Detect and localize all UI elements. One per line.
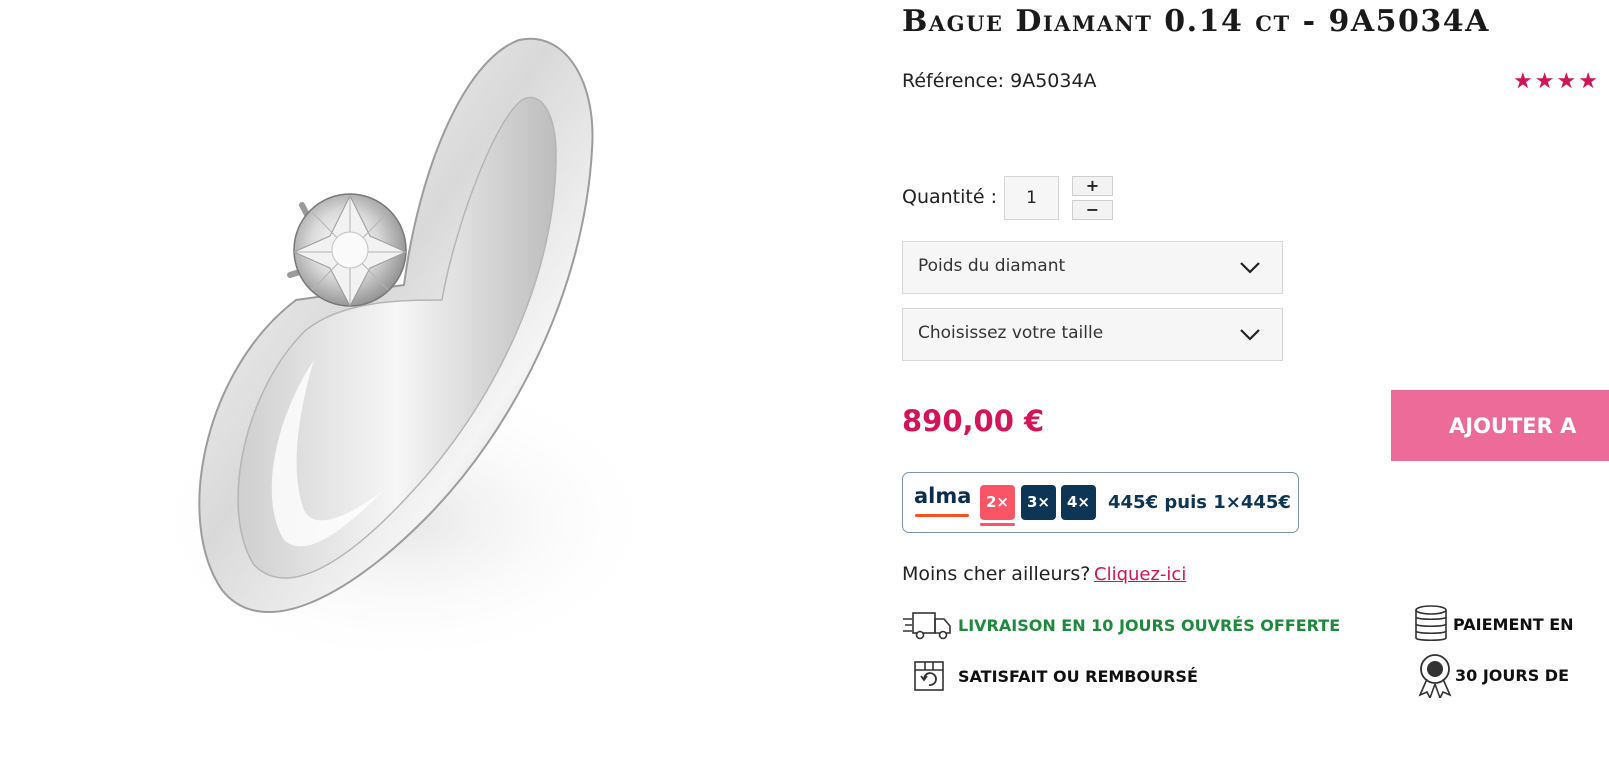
star-icon: ★ bbox=[1534, 69, 1555, 94]
feature-delivery-label: LIVRAISON EN 10 JOURS OUVRÉS OFFERTE bbox=[958, 615, 1341, 635]
alma-option-4x[interactable]: 4× bbox=[1061, 485, 1096, 520]
product-image[interactable] bbox=[44, 0, 734, 702]
feature-payment: PAIEMENT EN bbox=[1413, 604, 1574, 644]
star-icon: ★ bbox=[1556, 69, 1577, 94]
product-price: 890,00 € bbox=[902, 404, 1045, 438]
chevron-down-icon bbox=[1240, 262, 1260, 274]
star-icon: ★ bbox=[1578, 69, 1598, 94]
feature-return-days-label: 30 JOURS DE bbox=[1455, 666, 1570, 685]
coins-stack-icon bbox=[1415, 605, 1447, 642]
alma-logo-underline bbox=[915, 514, 969, 517]
alma-selected-indicator bbox=[980, 523, 1015, 526]
quantity-input[interactable] bbox=[1004, 176, 1059, 220]
diamond-weight-select-label: Poids du diamant bbox=[918, 256, 1066, 276]
feature-delivery: LIVRAISON EN 10 JOURS OUVRÉS OFFERTE bbox=[902, 609, 1340, 641]
return-box-icon bbox=[914, 661, 944, 691]
star-icon: ★ bbox=[1513, 69, 1533, 94]
feature-refund: SATISFAIT OU REMBOURSÉ bbox=[912, 659, 1198, 693]
cheaper-elsewhere-link[interactable]: Cliquez-ici bbox=[1094, 564, 1186, 585]
delivery-truck-icon bbox=[903, 612, 951, 640]
chevron-down-icon bbox=[1240, 329, 1260, 341]
size-select-label: Choisissez votre taille bbox=[918, 323, 1104, 343]
quantity-decrease-button[interactable]: − bbox=[1072, 200, 1113, 220]
product-reference: Référence: 9A5034A bbox=[902, 70, 1097, 92]
alma-installment-widget[interactable]: alma 2× 3× 4× 445€ puis 1×445€ bbox=[902, 472, 1299, 533]
feature-refund-label: SATISFAIT OU REMBOURSÉ bbox=[958, 666, 1198, 686]
cheaper-elsewhere-text: Moins cher ailleurs? bbox=[902, 563, 1091, 585]
quantity-increase-button[interactable]: + bbox=[1072, 176, 1113, 196]
diamond-weight-select[interactable]: Poids du diamant bbox=[902, 241, 1283, 294]
award-badge-icon bbox=[1418, 654, 1452, 698]
product-title: Bague Diamant 0.14 ct - 9A5034A bbox=[902, 4, 1490, 39]
alma-option-3x[interactable]: 3× bbox=[1021, 485, 1056, 520]
alma-option-2x[interactable]: 2× bbox=[980, 485, 1015, 520]
alma-logo: alma bbox=[914, 484, 972, 508]
feature-payment-label: PAIEMENT EN bbox=[1453, 614, 1574, 634]
quantity-label: Quantité : bbox=[902, 186, 997, 208]
rating-stars[interactable]: ★ ★ ★ ★ bbox=[1513, 71, 1598, 93]
product-info-panel: Bague Diamant 0.14 ct - 9A5034A Référenc… bbox=[902, 0, 1609, 779]
alma-installment-text: 445€ puis 1×445€ bbox=[1108, 492, 1291, 513]
add-to-cart-button[interactable]: AJOUTER A bbox=[1391, 390, 1609, 461]
size-select[interactable]: Choisissez votre taille bbox=[902, 308, 1283, 361]
feature-return-days: 30 JOURS DE bbox=[1415, 653, 1569, 698]
diamond-ring-image bbox=[144, 37, 664, 670]
